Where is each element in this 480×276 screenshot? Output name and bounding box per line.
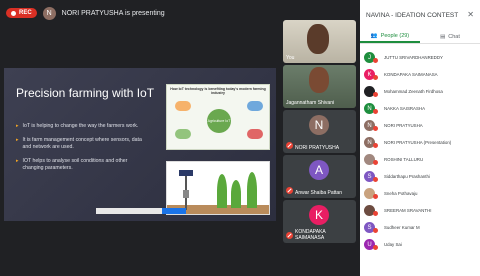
- mic-off-icon: [373, 109, 378, 114]
- iot-infographic: How IoT technology is benefiting today's…: [166, 84, 270, 150]
- panel-tabs: 👥 People (29) ▤ Chat: [360, 30, 480, 44]
- participant-row[interactable]: K KONDAPAKA SAIMANASA: [360, 66, 480, 83]
- tile-name: Anwar Shaiba Pattan: [295, 190, 342, 196]
- slide-bullets: ▸ IoT is helping to change the way the fa…: [16, 123, 146, 179]
- recording-badge: REC: [6, 8, 37, 18]
- avatar: A: [309, 160, 329, 180]
- mic-off-icon: [373, 211, 378, 216]
- tile-name: You: [286, 55, 295, 61]
- slide-title: Precision farming with IoT: [16, 86, 155, 100]
- participant-name: Sneha Pothavaju: [384, 191, 418, 196]
- tile-anwar[interactable]: A Anwar Shaiba Pattan: [283, 155, 356, 198]
- avatar: K: [309, 205, 329, 225]
- bottom-strip: [0, 268, 360, 276]
- avatar: N: [309, 115, 329, 135]
- mic-off-icon: [373, 194, 378, 199]
- infographic-header: How IoT technology is benefiting today's…: [170, 87, 266, 95]
- mic-off-icon: [373, 58, 378, 63]
- slide-caption-bar: [96, 208, 186, 214]
- mic-off-icon: [373, 126, 378, 131]
- participant-name: SREERAM SRAVANTHI: [384, 208, 432, 213]
- tile-name: NORI PRATYUSHA: [295, 145, 340, 151]
- recording-label: REC: [19, 10, 32, 16]
- mic-off-icon: [373, 75, 378, 80]
- tab-label: Chat: [448, 33, 460, 40]
- mic-off-icon: [286, 142, 293, 149]
- participant-row[interactable]: S Siddarthapu Prashanthi: [360, 168, 480, 185]
- mic-off-icon: [286, 232, 293, 239]
- tile-nori[interactable]: N NORI PRATYUSHA: [283, 110, 356, 153]
- tile-you[interactable]: You: [283, 20, 356, 63]
- participant-row[interactable]: J JUTTU SRIVARDHANREDDY: [360, 49, 480, 66]
- tab-label: People (29): [380, 32, 410, 39]
- slide-bullet: ▸ It is farm management concept where sen…: [16, 137, 142, 150]
- tile-name: Jagannatham Shivani: [286, 100, 335, 106]
- presentation-slide: Precision farming with IoT ▸ IoT is helpi…: [4, 68, 276, 221]
- participant-name: NORI PRATYUSHA: [384, 123, 423, 128]
- mic-off-icon: [373, 245, 378, 250]
- people-panel: NAVINA - IDEATION CONTEST ✕ 👥 People (29…: [360, 0, 480, 276]
- infographic-hub: Agriculture IoT: [207, 109, 231, 133]
- presenter-status: NORI PRATYUSHA is presenting: [61, 9, 165, 17]
- participant-row[interactable]: N NAKKA SAISRASHA: [360, 100, 480, 117]
- presenter-avatar: N: [42, 6, 56, 20]
- infographic-node: [175, 129, 191, 139]
- participant-row[interactable]: N NORI PRATYUSHA: [360, 117, 480, 134]
- mic-off-icon: [286, 187, 293, 194]
- mic-off-icon: [373, 92, 378, 97]
- mic-off-icon: [373, 160, 378, 165]
- tile-name: KONDAPAKA SAIMANASA: [295, 229, 326, 241]
- tab-people[interactable]: 👥 People (29): [360, 30, 420, 43]
- participant-row[interactable]: S Sudheer Kumar M: [360, 219, 480, 236]
- participant-row[interactable]: N NORI PRATYUSHA (Presentation): [360, 134, 480, 151]
- slide-bullet: ▸ IOT helps to analyse soil conditions an…: [16, 158, 128, 171]
- tile-jagannatham[interactable]: Jagannatham Shivani: [283, 65, 356, 108]
- participant-name: KONDAPAKA SAIMANASA: [384, 72, 438, 77]
- mic-off-icon: [373, 143, 378, 148]
- chat-icon: ▤: [440, 33, 446, 40]
- tile-kondapaka[interactable]: K KONDAPAKA SAIMANASA: [283, 200, 356, 243]
- tab-chat[interactable]: ▤ Chat: [420, 30, 480, 43]
- participant-row[interactable]: ROSHINI TALLURU: [360, 151, 480, 168]
- participant-name: NAKKA SAISRASHA: [384, 106, 425, 111]
- participant-row[interactable]: SREERAM SRAVANTHI: [360, 202, 480, 219]
- participant-name: NORI PRATYUSHA (Presentation): [384, 140, 452, 145]
- participant-row[interactable]: Sneha Pothavaju: [360, 185, 480, 202]
- participant-name: JUTTU SRIVARDHANREDDY: [384, 55, 443, 60]
- participant-name: Sudheer Kumar M: [384, 225, 420, 230]
- panel-title: NAVINA - IDEATION CONTEST: [366, 11, 459, 19]
- participant-name: ROSHINI TALLURU: [384, 157, 424, 162]
- participant-name: Mohammad Zeenath Firdhosa: [384, 89, 443, 94]
- slide-bullet: ▸ IoT is helping to change the way the fa…: [16, 123, 139, 129]
- farm-sensor-illustration: [166, 161, 270, 215]
- close-icon[interactable]: ✕: [467, 10, 474, 19]
- record-icon: [11, 10, 16, 16]
- participant-name: Uday Sai: [384, 242, 402, 247]
- infographic-node: [247, 129, 263, 139]
- mic-off-icon: [373, 228, 378, 233]
- infographic-node: [175, 101, 191, 111]
- participant-row[interactable]: Mohammad Zeenath Firdhosa: [360, 83, 480, 100]
- participant-list: J JUTTU SRIVARDHANREDDY K KONDAPAKA SAIMANA…: [360, 44, 480, 253]
- participant-row[interactable]: U Uday Sai: [360, 236, 480, 253]
- mic-off-icon: [373, 177, 378, 182]
- people-icon: 👥: [370, 32, 378, 39]
- participant-name: Siddarthapu Prashanthi: [384, 174, 430, 179]
- infographic-node: [247, 101, 263, 111]
